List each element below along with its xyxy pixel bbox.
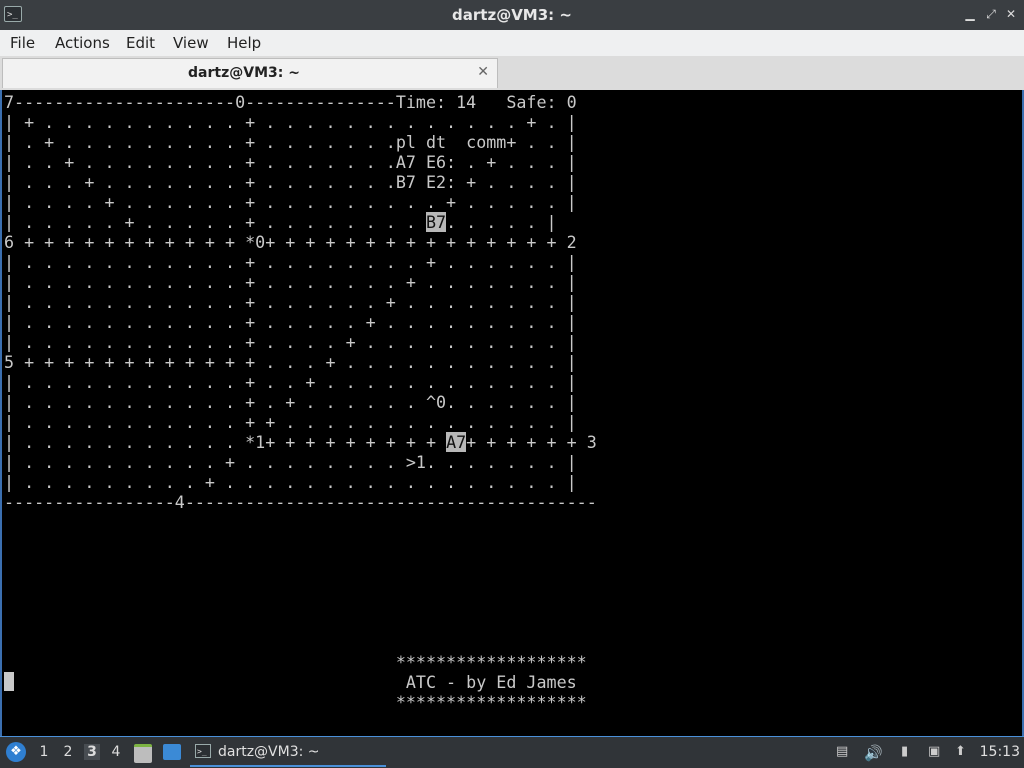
menu-edit[interactable]: Edit <box>126 34 155 52</box>
file-manager-icon[interactable] <box>134 744 152 763</box>
atc-screen: 7----------------------0---------------T… <box>4 92 597 712</box>
workspace-4[interactable]: 4 <box>108 744 124 760</box>
plane-marker: 7 <box>456 432 467 452</box>
menu-view[interactable]: View <box>173 34 209 52</box>
tab-terminal[interactable]: dartz@VM3: ~ ✕ <box>2 58 498 88</box>
task-label: dartz@VM3: ~ <box>218 744 320 760</box>
network-icon[interactable]: ▣ <box>928 744 940 759</box>
window-titlebar[interactable]: >_ dartz@VM3: ~ ▁ ⤢ ✕ <box>0 0 1024 30</box>
tab-title: dartz@VM3: ~ <box>188 65 300 81</box>
minimize-icon[interactable]: ▁ <box>962 6 978 22</box>
show-desktop-icon[interactable] <box>163 744 181 760</box>
update-icon[interactable]: ⬆ <box>955 744 966 759</box>
clock: 15:13 <box>979 744 1020 760</box>
menu-help[interactable]: Help <box>227 34 261 52</box>
menu-bar: File Actions Edit View Help <box>0 30 1024 57</box>
close-icon[interactable]: ✕ <box>477 64 489 80</box>
menu-file[interactable]: File <box>10 34 35 52</box>
terminal-icon: >_ <box>195 744 211 758</box>
plane-marker: A <box>446 432 457 452</box>
menu-actions[interactable]: Actions <box>55 34 110 52</box>
taskbar-task-terminal[interactable]: >_ dartz@VM3: ~ <box>190 738 386 767</box>
workspace-1[interactable]: 1 <box>36 744 52 760</box>
workspace-2[interactable]: 2 <box>60 744 76 760</box>
maximize-icon[interactable]: ⤢ <box>983 6 999 22</box>
start-menu-icon[interactable]: ❖ <box>6 742 26 762</box>
tab-bar: dartz@VM3: ~ ✕ <box>0 56 1024 90</box>
clipboard-icon[interactable]: ▤ <box>836 744 848 759</box>
terminal-cursor <box>4 672 14 691</box>
notes-icon[interactable]: ▮ <box>901 744 908 759</box>
plane-marker: B <box>425 212 437 232</box>
window-title: dartz@VM3: ~ <box>452 6 572 24</box>
volume-icon[interactable]: 🔊 <box>864 744 883 762</box>
plane-marker: 7 <box>436 212 447 232</box>
close-icon[interactable]: ✕ <box>1003 6 1019 22</box>
workspace-3[interactable]: 3 <box>84 744 100 760</box>
terminal-area[interactable]: 7----------------------0---------------T… <box>0 90 1024 736</box>
taskbar: ❖ 1 2 3 4 >_ dartz@VM3: ~ ▤ 🔊 ▮ ▣ ⬆ 15:1… <box>0 736 1024 768</box>
